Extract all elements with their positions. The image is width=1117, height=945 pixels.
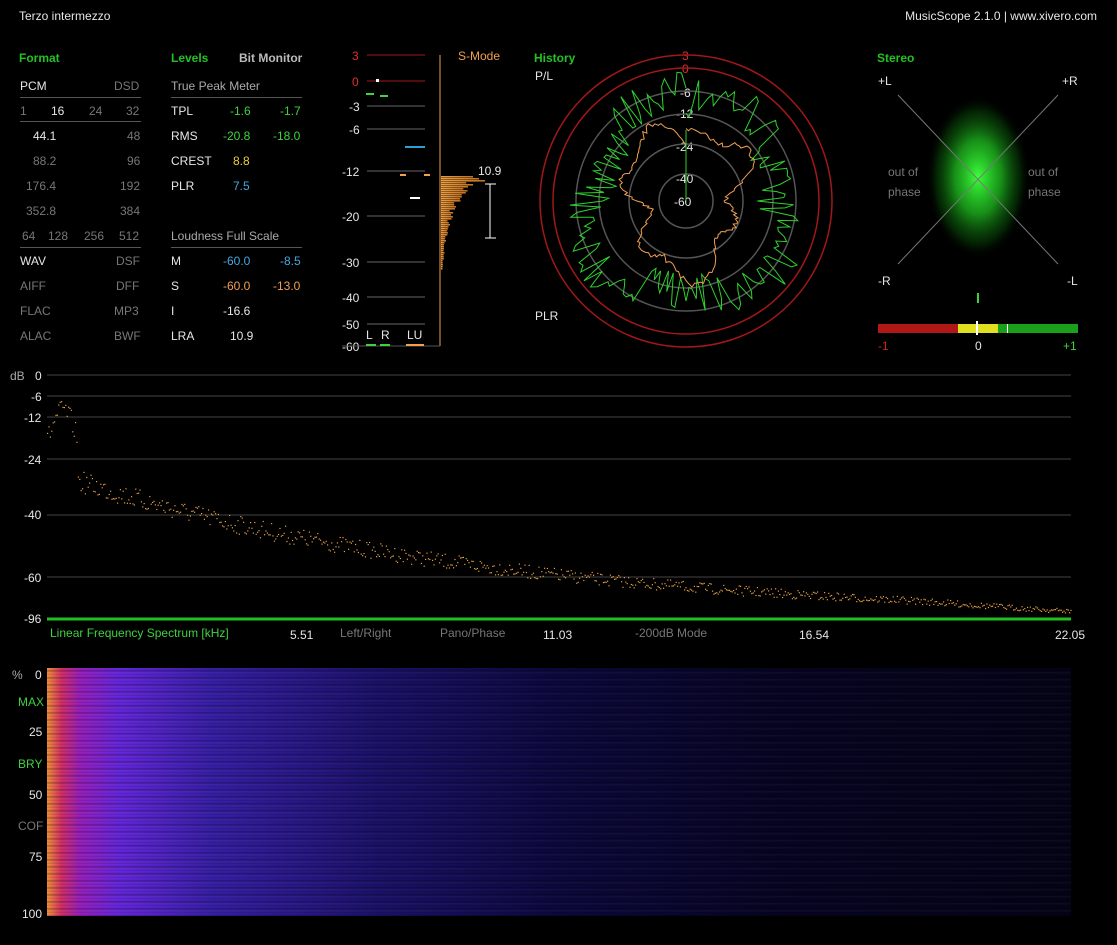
histogram-bar (441, 220, 448, 222)
loudness-histogram (441, 176, 485, 270)
histogram-bar (441, 180, 485, 182)
histogram-bar (441, 268, 443, 270)
meter-r-bottom (380, 344, 390, 346)
histogram-bar (441, 266, 443, 268)
histogram-bar (441, 198, 460, 200)
histogram-bar (441, 244, 444, 246)
histogram-bar (441, 222, 449, 224)
histogram-bar (441, 258, 444, 260)
histogram-bar (441, 194, 462, 196)
meter-peak-marker (376, 79, 379, 82)
histogram-bar (441, 184, 474, 186)
meter-integrated-marker (410, 197, 420, 199)
histogram-bar (441, 238, 446, 240)
histogram-bar (441, 196, 462, 198)
histogram-bar (441, 200, 461, 202)
spectrum-trace (47, 401, 1072, 614)
histogram-bar (441, 224, 450, 226)
histogram-bar (441, 252, 445, 254)
histogram-bar (441, 256, 444, 258)
histogram-bar (441, 250, 444, 252)
histogram-bar (441, 208, 455, 210)
histogram-bar (441, 182, 467, 184)
histogram-bar (441, 232, 448, 234)
stereo-goniometer-cloud (926, 95, 1030, 259)
histogram-bar (441, 230, 448, 232)
meter-r-rms (380, 95, 388, 97)
histogram-bar (441, 260, 443, 262)
histogram-bar (441, 228, 448, 230)
histogram-bar (441, 192, 466, 194)
histogram-bar (441, 202, 455, 204)
histogram-bar (441, 240, 446, 242)
meter-scale-lines (367, 54, 425, 325)
histogram-bar (441, 214, 451, 216)
histogram-bar (441, 188, 464, 190)
histogram-bar (441, 254, 444, 256)
histogram-bar (441, 234, 448, 236)
correlation-indicator-tick (977, 293, 979, 303)
histogram-bar (441, 226, 449, 228)
graphics-layer (47, 54, 1078, 621)
histogram-bar (441, 218, 452, 220)
histogram-bar (441, 206, 456, 208)
histogram-bar (441, 186, 468, 188)
histogram-bar (441, 176, 473, 178)
histogram-bar (441, 242, 445, 244)
histogram-bar (441, 190, 468, 192)
histogram-bar (441, 236, 446, 238)
spectrum-grid (47, 374, 1071, 578)
histogram-bar (441, 204, 455, 206)
meter-l-rms (366, 93, 374, 95)
histogram-bar (441, 246, 444, 248)
histogram-bar (441, 264, 443, 266)
lra-bracket (485, 183, 496, 239)
correlation-meter (878, 321, 1078, 335)
meter-lu-bottom (406, 344, 424, 346)
histogram-bar (441, 178, 479, 180)
meter-l-bottom (366, 344, 376, 346)
histogram-bar (441, 212, 454, 214)
histogram-bar (441, 248, 445, 250)
meter-short-marker-2 (424, 174, 430, 176)
meter-short-marker (400, 174, 406, 176)
histogram-bar (441, 262, 443, 264)
histogram-bar (441, 210, 450, 212)
meter-momentary-marker (405, 146, 425, 148)
history-loudness-trace (618, 122, 755, 288)
histogram-bar (441, 216, 453, 218)
